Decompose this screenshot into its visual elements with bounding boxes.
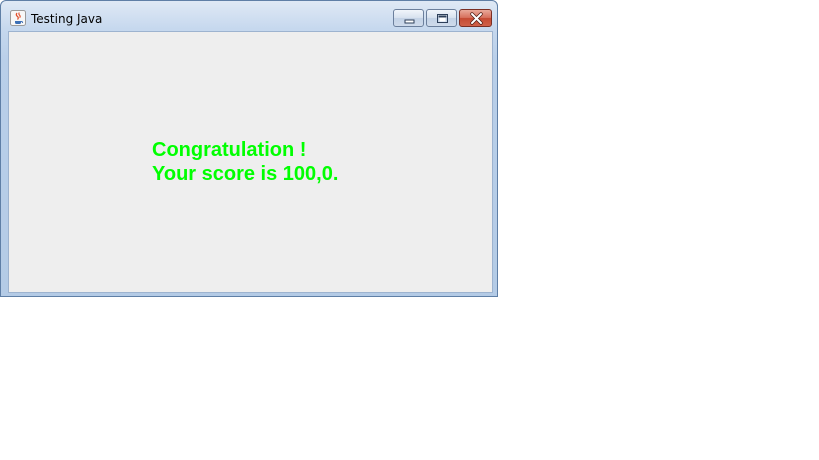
title-bar[interactable]: Testing Java xyxy=(1,1,497,31)
congratulation-text: Congratulation ! xyxy=(152,139,307,161)
maximize-button[interactable] xyxy=(426,9,457,27)
content-panel: Congratulation ! Your score is 100,0. xyxy=(8,31,493,293)
score-text: Your score is 100,0. xyxy=(152,163,339,185)
minimize-button[interactable] xyxy=(393,9,424,27)
maximize-icon xyxy=(437,14,448,23)
close-button[interactable] xyxy=(459,9,492,27)
result-message: Congratulation ! Your score is 100,0. xyxy=(152,138,338,186)
window-title: Testing Java xyxy=(31,12,103,26)
minimize-icon xyxy=(404,19,415,24)
close-icon xyxy=(470,12,483,25)
app-window: Testing Java Congratulation ! Your score… xyxy=(0,0,498,297)
java-coffee-icon[interactable] xyxy=(10,10,26,26)
